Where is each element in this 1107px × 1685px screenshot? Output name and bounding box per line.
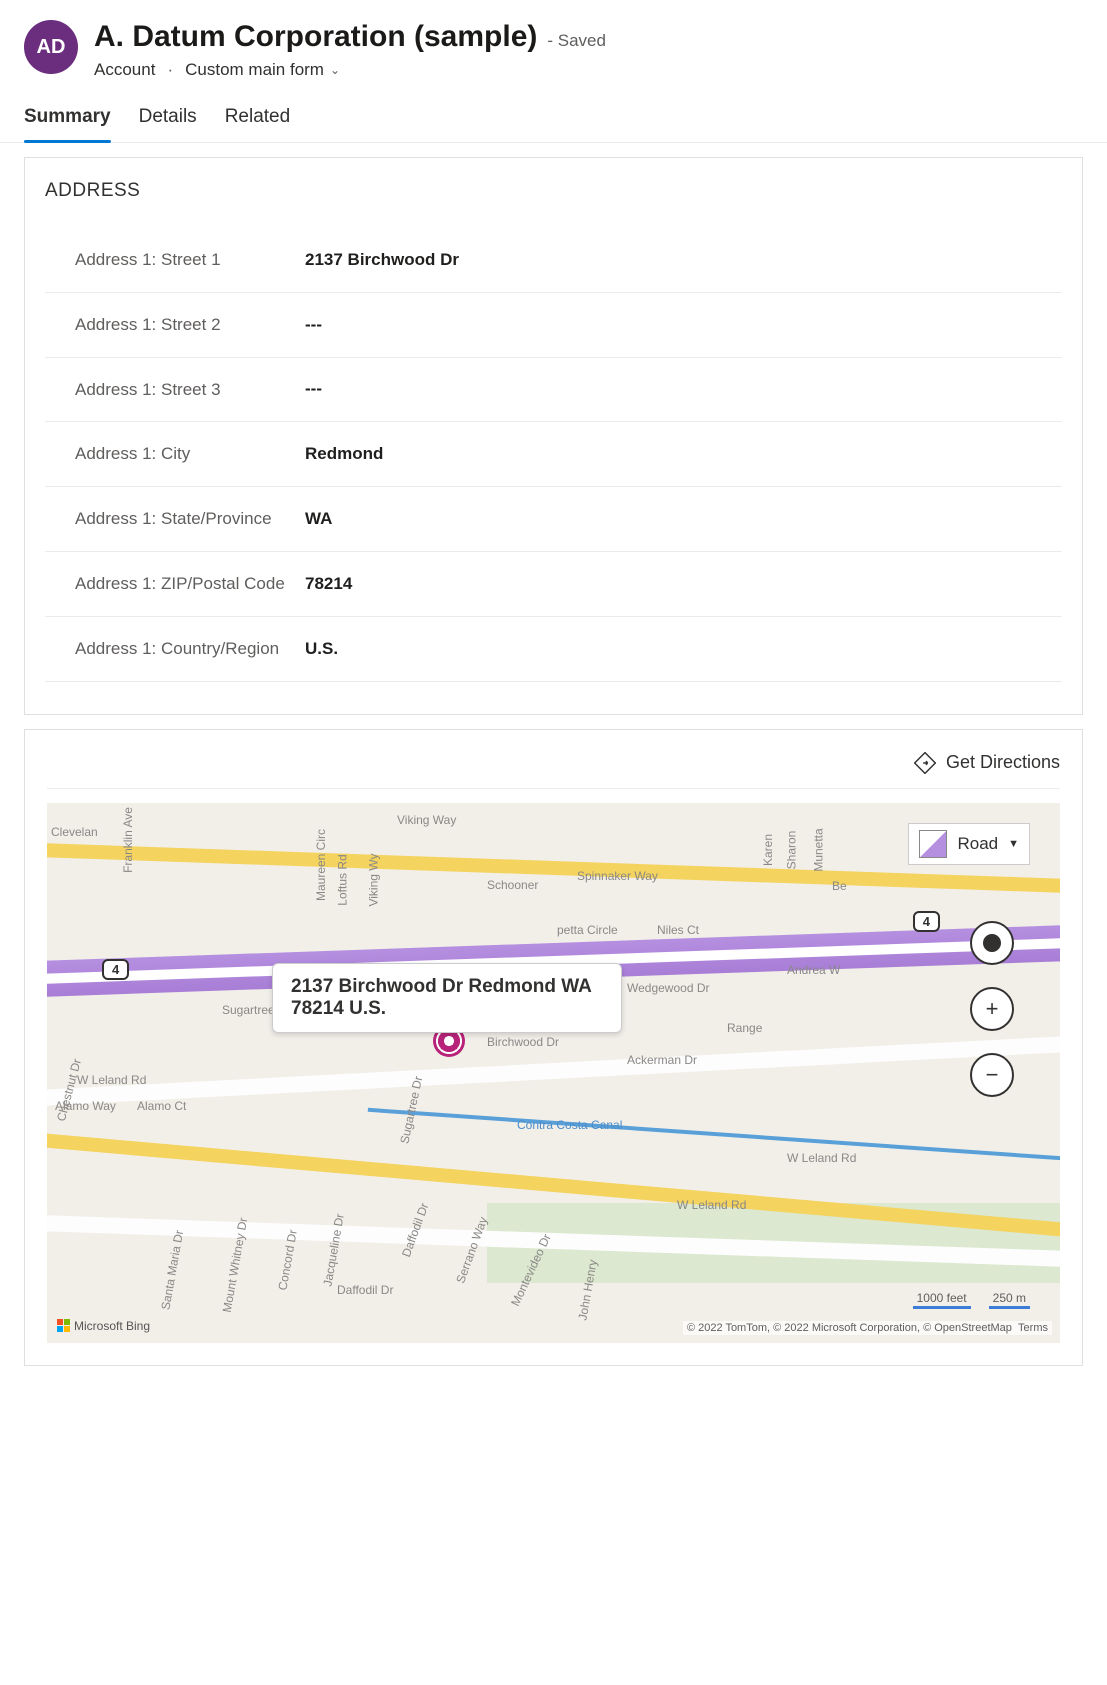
street-label: Spinnaker Way — [577, 869, 658, 883]
field-value: --- — [305, 379, 322, 399]
street-label: Franklin Ave — [121, 807, 135, 873]
street-label: W Leland Rd — [677, 1198, 746, 1212]
saved-status: - Saved — [547, 31, 606, 51]
field-zip[interactable]: Address 1: ZIP/Postal Code 78214 — [45, 552, 1062, 617]
section-title: ADDRESS — [45, 180, 1062, 202]
street-label: Clevelan — [51, 825, 98, 839]
field-country[interactable]: Address 1: Country/Region U.S. — [45, 617, 1062, 682]
map-style-icon — [919, 830, 947, 858]
field-value: --- — [305, 315, 322, 335]
map-canal — [368, 1107, 1060, 1161]
field-label: Address 1: Country/Region — [75, 637, 305, 661]
street-label: Sharon — [784, 830, 798, 869]
bing-logo: Microsoft Bing — [57, 1319, 150, 1333]
street-label: Karen — [761, 834, 775, 866]
field-value: Redmond — [305, 444, 383, 464]
separator-dot: · — [167, 60, 173, 80]
canal-label: Contra Costa Canal — [517, 1118, 622, 1132]
street-label: Daffodil Dr — [337, 1283, 393, 1297]
street-label: Ackerman Dr — [627, 1053, 697, 1067]
street-label: petta Circle — [557, 923, 618, 937]
attrib-terms-link[interactable]: Terms — [1018, 1322, 1048, 1334]
form-name: Custom main form — [185, 60, 324, 80]
street-label: Be — [832, 879, 847, 893]
address-section: ADDRESS Address 1: Street 1 2137 Birchwo… — [24, 157, 1083, 715]
tab-details[interactable]: Details — [139, 106, 197, 142]
street-label: Loftus Rd — [336, 854, 350, 905]
field-label: Address 1: ZIP/Postal Code — [75, 572, 305, 596]
entity-label: Account — [94, 60, 155, 80]
street-label: W Leland Rd — [787, 1151, 856, 1165]
field-street1[interactable]: Address 1: Street 1 2137 Birchwood Dr — [45, 228, 1062, 293]
attrib-tomtom: © 2022 TomTom, — [687, 1322, 770, 1334]
street-label: Sugartree — [222, 1003, 275, 1017]
street-label: Maureen Circ — [314, 829, 328, 901]
attrib-osm-link[interactable]: © OpenStreetMap — [923, 1322, 1012, 1334]
tab-list: Summary Details Related — [0, 92, 1107, 143]
field-value: WA — [305, 509, 332, 529]
street-label: Range — [727, 1021, 762, 1035]
attrib-ms: © 2022 Microsoft Corporation, — [773, 1322, 920, 1334]
scale-metric: 250 m — [989, 1291, 1030, 1309]
locate-me-button[interactable] — [970, 921, 1014, 965]
field-label: Address 1: Street 3 — [75, 378, 305, 402]
zoom-in-button[interactable]: + — [970, 987, 1014, 1031]
field-label: Address 1: State/Province — [75, 507, 305, 531]
bing-label: Microsoft Bing — [74, 1319, 150, 1333]
map-section: Get Directions 4 4 Viking Way Schooner S… — [24, 729, 1083, 1366]
tab-related[interactable]: Related — [225, 106, 291, 142]
street-label: Wedgewood Dr — [627, 981, 710, 995]
street-label: Santa Maria Dr — [158, 1229, 186, 1311]
street-label: Serrano Way — [453, 1214, 490, 1284]
street-label: Viking Wy — [367, 853, 381, 906]
field-label: Address 1: Street 2 — [75, 313, 305, 337]
avatar: AD — [24, 20, 78, 74]
field-state[interactable]: Address 1: State/Province WA — [45, 487, 1062, 552]
highway-shield: 4 — [102, 959, 129, 980]
map-view-label: Road — [957, 834, 998, 854]
highway-shield: 4 — [913, 911, 940, 932]
tab-summary[interactable]: Summary — [24, 106, 111, 142]
street-label: Alamo Ct — [137, 1099, 186, 1113]
record-header: AD A. Datum Corporation (sample) - Saved… — [0, 0, 1107, 92]
chevron-down-icon: ⌄ — [330, 63, 340, 77]
map-scale: 1000 feet 250 m — [913, 1291, 1030, 1309]
form-selector[interactable]: Custom main form ⌄ — [185, 60, 340, 80]
street-label: Viking Way — [397, 813, 456, 827]
record-title: A. Datum Corporation (sample) — [94, 20, 537, 54]
street-label: Birchwood Dr — [487, 1035, 559, 1049]
map-attribution: © 2022 TomTom, © 2022 Microsoft Corporat… — [683, 1321, 1052, 1335]
map-view-switcher[interactable]: Road ▼ — [908, 823, 1030, 865]
field-label: Address 1: City — [75, 442, 305, 466]
field-value: U.S. — [305, 639, 338, 659]
field-label: Address 1: Street 1 — [75, 248, 305, 272]
street-label: Andrea W — [787, 963, 840, 977]
field-value: 2137 Birchwood Dr — [305, 250, 459, 270]
field-city[interactable]: Address 1: City Redmond — [45, 422, 1062, 487]
caret-down-icon: ▼ — [1008, 838, 1019, 850]
microsoft-icon — [57, 1319, 70, 1332]
map-infobox[interactable]: 2137 Birchwood Dr Redmond WA 78214 U.S. — [272, 963, 622, 1033]
map-canvas[interactable]: 4 4 Viking Way Schooner Spinnaker Way Fr… — [47, 803, 1060, 1343]
field-street3[interactable]: Address 1: Street 3 --- — [45, 358, 1062, 423]
street-label: Jacqueline Dr — [320, 1212, 347, 1287]
street-label: W Leland Rd — [77, 1073, 146, 1087]
street-label: Niles Ct — [657, 923, 699, 937]
field-value: 78214 — [305, 574, 352, 594]
zoom-out-button[interactable]: − — [970, 1053, 1014, 1097]
street-label: Schooner — [487, 878, 538, 892]
directions-icon — [914, 752, 936, 774]
street-label: Munetta — [812, 828, 826, 871]
get-directions-link[interactable]: Get Directions — [946, 752, 1060, 773]
field-street2[interactable]: Address 1: Street 2 --- — [45, 293, 1062, 358]
scale-imperial: 1000 feet — [913, 1291, 971, 1309]
